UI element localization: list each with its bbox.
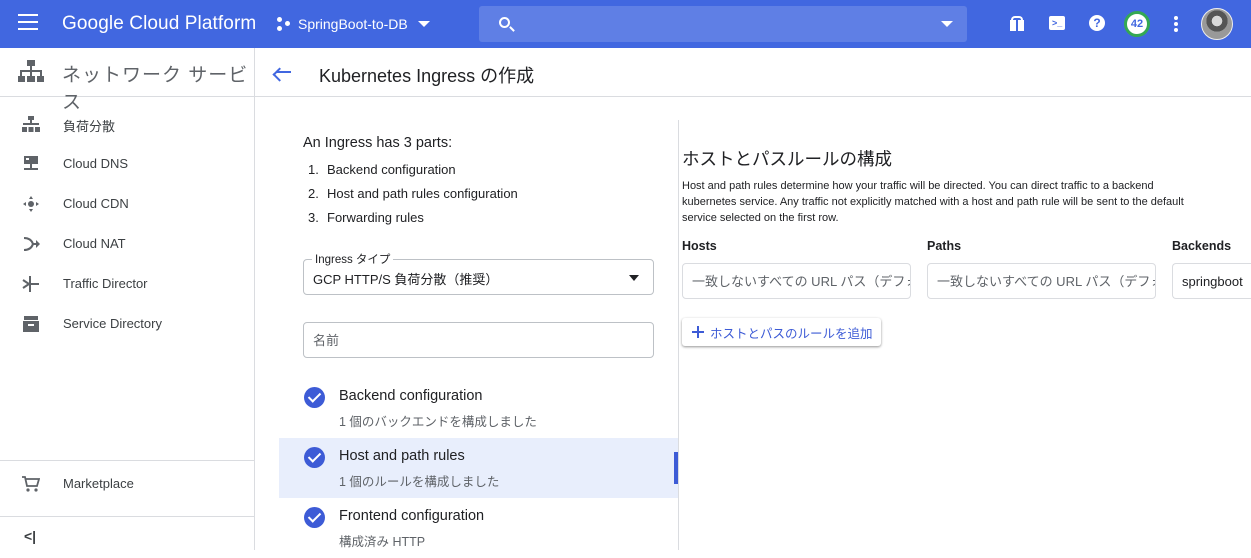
sidebar-divider <box>0 516 254 517</box>
load-balancing-icon <box>22 116 40 132</box>
service-directory-icon <box>23 316 39 332</box>
list-item: 2. Host and path rules configuration <box>308 184 518 208</box>
name-field-wrapper <box>303 322 654 358</box>
brand-title[interactable]: Google Cloud Platform <box>62 13 256 35</box>
sidebar-header: ネットワーク サービス <box>0 48 254 113</box>
sidebar-item-cloud-dns[interactable]: Cloud DNS <box>0 144 254 184</box>
paths-input[interactable] <box>928 264 1155 298</box>
page-title: Kubernetes Ingress の作成 <box>319 66 535 86</box>
list-text: Forwarding rules <box>327 210 424 225</box>
sidebar-item-label: Cloud DNS <box>63 156 129 171</box>
ingress-type-select[interactable]: Ingress タイプ GCP HTTP/S 負荷分散（推奨） <box>303 251 654 295</box>
cloud-shell-icon[interactable]: >_ <box>1048 14 1068 34</box>
step-backend-configuration[interactable]: Backend configuration 1 個のバックエンドを構成しました <box>279 378 678 438</box>
gift-icon[interactable] <box>1008 14 1028 34</box>
check-circle-icon <box>304 507 325 528</box>
step-subtitle: 1 個のバックエンドを構成しました <box>339 415 537 429</box>
step-title: Host and path rules <box>339 448 465 464</box>
step-frontend-configuration[interactable]: Frontend configuration 構成済み HTTP <box>279 498 678 558</box>
sidebar-item-cloud-nat[interactable]: Cloud NAT <box>0 224 254 264</box>
sidebar: ネットワーク サービス 負荷分散 Cloud DNS Cloud CDN Clo… <box>0 48 255 550</box>
network-services-icon <box>18 60 44 82</box>
list-number: 3. <box>308 210 319 225</box>
step-subtitle: 1 個のルールを構成しました <box>339 475 500 489</box>
traffic-director-icon <box>22 276 39 292</box>
ingress-type-label: Ingress タイプ <box>312 251 394 267</box>
search-icon <box>499 17 510 28</box>
main-menu-icon[interactable] <box>18 14 44 34</box>
sidebar-item-label: Service Directory <box>63 316 162 331</box>
add-rule-label: ホストとパスのルールを追加 <box>710 326 873 341</box>
sidebar-item-service-directory[interactable]: Service Directory <box>0 304 254 344</box>
sidebar-item-label: Traffic Director <box>63 276 148 291</box>
intro-heading: An Ingress has 3 parts: <box>303 135 453 151</box>
list-number: 1. <box>308 162 319 177</box>
dns-icon <box>24 156 38 170</box>
sidebar-item-traffic-director[interactable]: Traffic Director <box>0 264 254 304</box>
sidebar-item-label: Cloud CDN <box>63 196 129 211</box>
sidebar-item-cloud-cdn[interactable]: Cloud CDN <box>0 184 254 224</box>
search-dropdown-icon[interactable] <box>941 21 953 27</box>
step-host-and-path-rules[interactable]: Host and path rules 1 個のルールを構成しました <box>279 438 678 498</box>
sidebar-item-label: Marketplace <box>63 476 134 491</box>
notifications-badge[interactable]: 42 <box>1124 11 1150 37</box>
page-header: Kubernetes Ingress の作成 <box>255 48 1251 97</box>
collapse-sidebar-icon[interactable]: <| <box>24 528 36 544</box>
avatar[interactable] <box>1201 8 1233 40</box>
help-icon[interactable]: ? <box>1088 14 1108 34</box>
check-circle-icon <box>304 447 325 468</box>
project-icon <box>276 16 292 32</box>
sidebar-item-load-balancing[interactable]: 負荷分散 <box>0 104 254 144</box>
sidebar-item-marketplace[interactable]: Marketplace <box>0 464 254 504</box>
top-app-bar: Google Cloud Platform SpringBoot-to-DB >… <box>0 0 1251 48</box>
list-number: 2. <box>308 186 319 201</box>
backend-cell <box>1172 263 1251 299</box>
rules-description: Host and path rules determine how your t… <box>682 180 1184 224</box>
hosts-cell <box>682 263 911 299</box>
chevron-down-icon <box>417 21 430 27</box>
sidebar-item-label: Cloud NAT <box>63 236 126 251</box>
list-text: Backend configuration <box>327 162 456 177</box>
project-selector[interactable]: SpringBoot-to-DB <box>276 11 430 37</box>
dropdown-arrow-icon <box>629 275 639 281</box>
cdn-icon <box>23 196 39 212</box>
back-arrow-icon[interactable] <box>272 62 293 82</box>
hosts-column-header: Hosts <box>682 239 717 253</box>
check-circle-icon <box>304 387 325 408</box>
sidebar-divider <box>0 460 254 461</box>
search-bar[interactable] <box>479 6 967 42</box>
panel-divider <box>678 120 679 550</box>
paths-column-header: Paths <box>927 239 962 253</box>
backends-column-header: Backends <box>1172 239 1232 253</box>
ingress-type-value: GCP HTTP/S 負荷分散（推奨） <box>313 272 499 287</box>
step-subtitle: 構成済み HTTP <box>339 535 426 549</box>
project-name: SpringBoot-to-DB <box>298 16 408 32</box>
sidebar-item-label: 負荷分散 <box>63 119 116 134</box>
hosts-input[interactable] <box>683 264 910 298</box>
list-item: 1. Backend configuration <box>308 160 518 184</box>
add-host-path-rule-button[interactable]: ホストとパスのルールを追加 <box>682 318 881 346</box>
paths-cell <box>927 263 1156 299</box>
intro-parts-list: 1. Backend configuration 2. Host and path … <box>308 160 518 232</box>
nat-icon <box>23 237 40 251</box>
list-item: 3. Forwarding rules <box>308 208 518 232</box>
plus-icon <box>692 326 704 338</box>
more-options-icon[interactable] <box>1174 16 1178 32</box>
step-title: Backend configuration <box>339 388 483 404</box>
step-title: Frontend configuration <box>339 508 485 524</box>
list-text: Host and path rules configuration <box>327 186 518 201</box>
name-input[interactable] <box>304 323 634 357</box>
backend-select[interactable] <box>1173 264 1251 298</box>
rules-title: ホストとパスルールの構成 <box>682 149 892 169</box>
cart-icon <box>22 476 40 492</box>
